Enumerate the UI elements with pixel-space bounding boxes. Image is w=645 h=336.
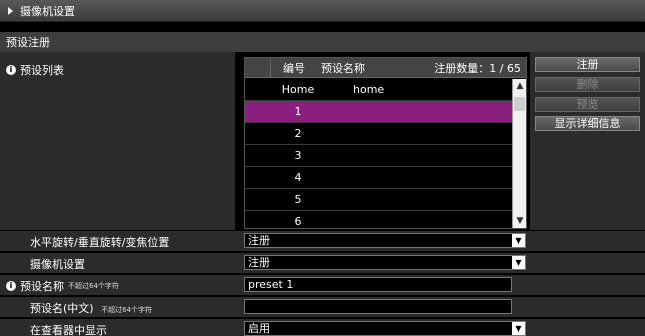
preset-list-label: i 预设列表: [6, 62, 64, 78]
scroll-thumb[interactable]: [514, 97, 525, 111]
chevron-down-icon: ▼: [512, 322, 525, 335]
preset-name-cn-label: 预设名(中文) 不超过64个字符: [30, 302, 153, 315]
row-number: 3: [294, 149, 302, 162]
scroll-up-icon[interactable]: ▲: [513, 79, 527, 93]
preset-list-label-panel: i 预设列表: [0, 52, 235, 230]
table-row[interactable]: 1: [245, 101, 513, 123]
row-number: Home: [281, 83, 315, 96]
preset-table-scrollbar[interactable]: ▲ ▼: [512, 79, 526, 228]
char-limit-note: 不超过64个字符: [68, 282, 119, 290]
form-row-ptz: 水平旋转/垂直旋转/变焦位置 注册 ▼: [0, 231, 645, 251]
camera-settings-select[interactable]: 注册 ▼: [244, 255, 526, 270]
preset-table-body: Home home 1 2 3 4 5 6: [245, 79, 513, 233]
chevron-down-icon: ▼: [512, 234, 525, 247]
char-limit-note: 不超过64个字符: [101, 306, 153, 314]
table-row[interactable]: 6: [245, 211, 513, 233]
form-row-preset-name: i 预设名称 不超过64个字符 preset 1: [0, 275, 645, 295]
register-button[interactable]: 注册: [535, 57, 640, 72]
show-details-button[interactable]: 显示详细信息: [535, 116, 640, 131]
form-row-preset-name-cn: 预设名(中文) 不超过64个字符: [0, 297, 645, 317]
table-row[interactable]: 2: [245, 123, 513, 145]
show-in-viewer-select[interactable]: 启用 ▼: [244, 321, 526, 336]
show-in-viewer-label: 在查看器中显示: [30, 324, 107, 336]
preset-register-subheader: 预设注册: [0, 32, 645, 52]
preset-table-header: 编号 预设名称 注册数量：1 / 65: [245, 57, 526, 78]
expand-arrow-icon: [8, 6, 13, 15]
scroll-down-icon[interactable]: ▼: [513, 214, 527, 228]
preset-name-input[interactable]: preset 1: [244, 277, 512, 292]
form-row-camera-settings: 摄像机设置 注册 ▼: [0, 253, 645, 273]
section-title: 摄像机设置: [20, 4, 75, 18]
camera-settings-header[interactable]: 摄像机设置: [0, 0, 645, 22]
row-number: 6: [294, 215, 302, 228]
row-number: 5: [294, 193, 302, 206]
camera-settings-label: 摄像机设置: [30, 258, 85, 271]
row-name: home: [353, 83, 385, 96]
ptz-select[interactable]: 注册 ▼: [244, 233, 526, 248]
delete-button[interactable]: 删除: [535, 77, 640, 92]
header-name: 预设名称: [321, 61, 365, 75]
preview-button[interactable]: 预览: [535, 97, 640, 112]
header-number: 编号: [283, 61, 305, 75]
table-row[interactable]: 3: [245, 145, 513, 167]
info-icon: i: [6, 65, 16, 75]
row-number: 1: [294, 105, 302, 118]
header-register-count: 注册数量：1 / 65: [434, 61, 521, 75]
header-blank-cell: [245, 57, 271, 78]
row-number: 2: [294, 127, 302, 140]
row-number: 4: [294, 171, 302, 184]
subsection-title: 预设注册: [6, 36, 50, 49]
preset-name-label: i 预设名称 不超过64个字符: [6, 278, 119, 294]
info-icon: i: [6, 281, 16, 291]
table-row[interactable]: Home home: [245, 79, 513, 101]
ptz-label: 水平旋转/垂直旋转/变焦位置: [30, 236, 170, 249]
form-row-show-in-viewer: 在查看器中显示 启用 ▼: [0, 319, 645, 336]
chevron-down-icon: ▼: [512, 256, 525, 269]
preset-name-cn-input[interactable]: [244, 299, 512, 314]
table-row[interactable]: 4: [245, 167, 513, 189]
table-row[interactable]: 5: [245, 189, 513, 211]
preset-table: 编号 预设名称 注册数量：1 / 65 Home home 1 2 3 4 5: [244, 57, 527, 233]
